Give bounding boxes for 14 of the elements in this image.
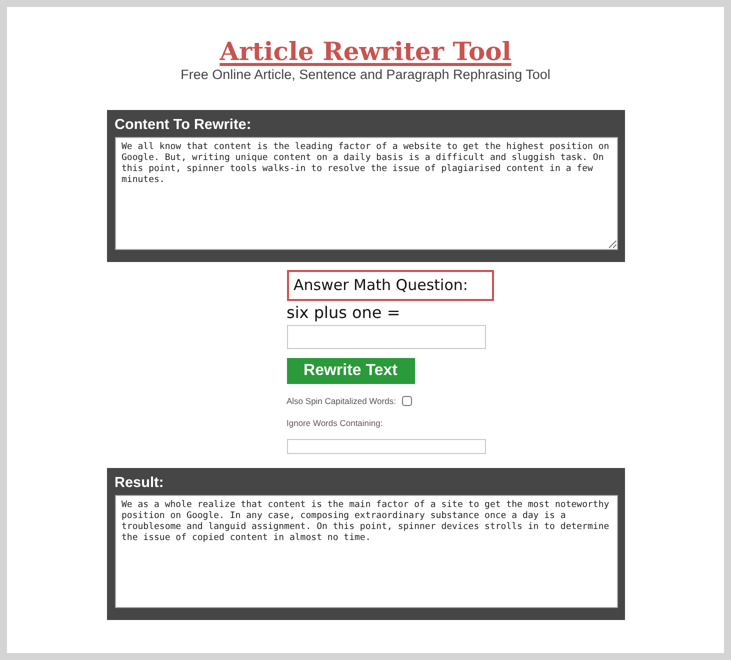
page-title: Article Rewriter Tool: [220, 37, 512, 67]
option-label: Also Spin Capitalized Words:: [286, 395, 396, 407]
panel-heading: Content To Rewrite:: [114, 116, 252, 134]
math-question-heading: Answer Math Question:: [286, 270, 494, 301]
answer-field[interactable]: [286, 325, 486, 349]
rewrite-button[interactable]: Rewrite Text: [286, 358, 414, 384]
ignore-words-field[interactable]: [286, 439, 486, 454]
content-textarea[interactable]: We all know that content is the leading factor of a website to get the highest position on Google. But, writing unique content on a daily basis is a difficult and sluggish task. On this point, spinner tools walks-in to resolve the issue of plagiarised content in a few minutes.: [114, 137, 618, 250]
page-subtitle: Free Online Article, Sentence and Paragraph Rephrasing Tool: [180, 67, 550, 83]
result-textarea[interactable]: We as a whole realize that content is the main factor of a site to get the most noteworthy position on Google. In any case, composing extraordinary substance once a day is a troublesome and languid assignment. On this point, spinner devices strolls in to determine the issue of copied content in almost no time.: [114, 495, 618, 608]
panel-heading: Result:: [114, 474, 165, 492]
option-label: Ignore Words Containing:: [286, 417, 383, 429]
checkbox[interactable]: [402, 396, 412, 406]
math-question: six plus one =: [286, 303, 400, 323]
